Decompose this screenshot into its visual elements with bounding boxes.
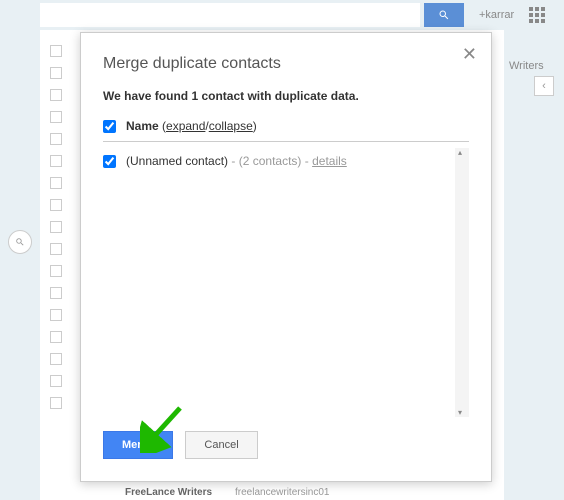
collapse-link[interactable]: collapse bbox=[209, 119, 253, 133]
close-icon: ✕ bbox=[462, 44, 477, 64]
dialog-footer: Merge Cancel bbox=[103, 417, 469, 459]
bottom-text-1: FreeLance Writers bbox=[125, 487, 212, 498]
left-sidebar bbox=[0, 30, 40, 500]
expand-link[interactable]: expand bbox=[166, 119, 205, 133]
details-link[interactable]: details bbox=[312, 154, 347, 168]
close-button[interactable]: ✕ bbox=[462, 45, 477, 63]
contact-count: - (2 contacts) - bbox=[228, 154, 312, 168]
group-label[interactable]: Writers bbox=[504, 60, 564, 72]
contact-row: (Unnamed contact) - (2 contacts) - detai… bbox=[103, 148, 469, 174]
contact-name: (Unnamed contact) bbox=[126, 154, 228, 168]
dialog-subtitle: We have found 1 contact with duplicate d… bbox=[103, 89, 469, 103]
contact-checkbox[interactable] bbox=[103, 155, 116, 168]
name-column-label: Name bbox=[126, 119, 159, 133]
cancel-button[interactable]: Cancel bbox=[185, 431, 257, 459]
bottom-text-2: freelancewritersinc01 bbox=[235, 487, 330, 498]
apps-icon[interactable] bbox=[529, 7, 545, 23]
search-button[interactable] bbox=[424, 3, 464, 27]
search-icon bbox=[438, 9, 450, 21]
dialog-title: Merge duplicate contacts bbox=[103, 55, 469, 73]
list-header: Name (expand/collapse) bbox=[103, 115, 469, 142]
select-all-checkbox[interactable] bbox=[103, 120, 116, 133]
expand-collapse-controls: (expand/collapse) bbox=[159, 119, 257, 133]
duplicate-contact-list: (Unnamed contact) - (2 contacts) - detai… bbox=[103, 148, 469, 417]
chevron-left-icon[interactable]: ‹ bbox=[534, 76, 554, 96]
right-sidebar: Writers ‹ bbox=[504, 30, 564, 500]
search-icon bbox=[15, 237, 25, 247]
merge-duplicates-dialog: ✕ Merge duplicate contacts We have found… bbox=[80, 32, 492, 482]
merge-button[interactable]: Merge bbox=[103, 431, 173, 459]
top-bar: +karrar bbox=[0, 0, 564, 30]
search-input[interactable] bbox=[40, 3, 420, 27]
user-label[interactable]: +karrar bbox=[479, 9, 514, 21]
scrollbar[interactable] bbox=[455, 148, 469, 417]
search-circle-button[interactable] bbox=[8, 230, 32, 254]
